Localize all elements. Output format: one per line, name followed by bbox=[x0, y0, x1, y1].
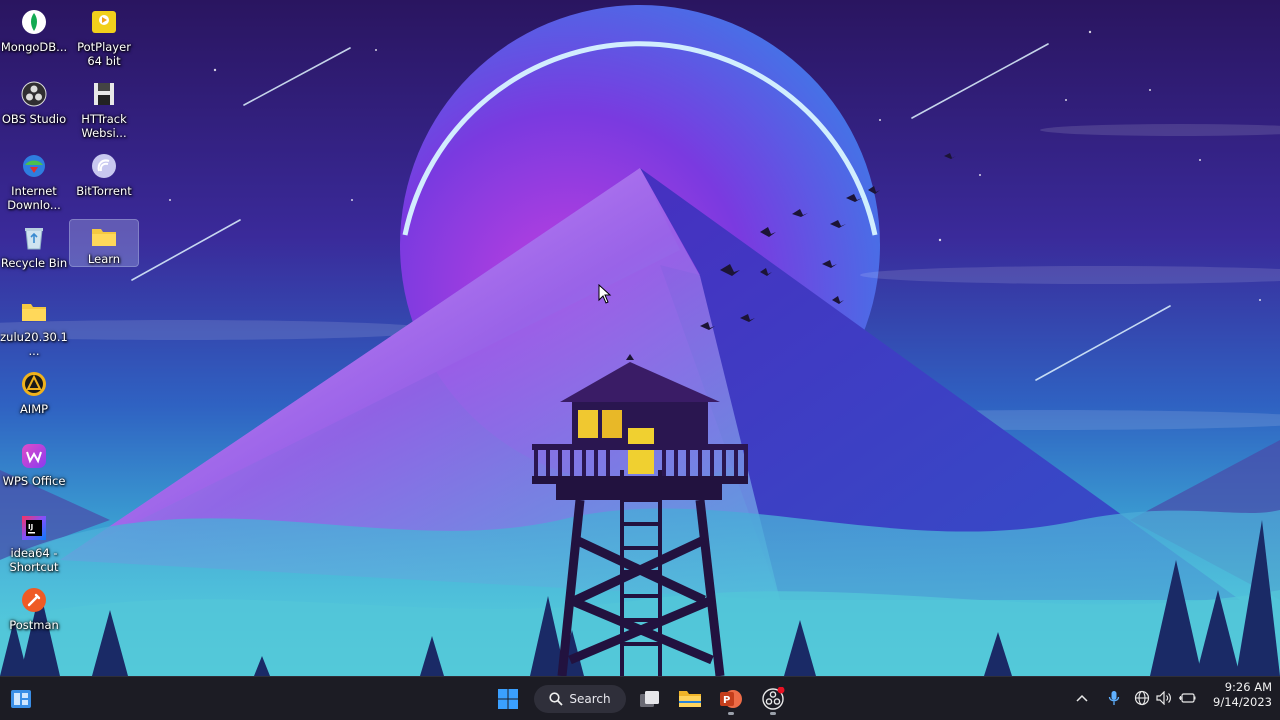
desktop-icon-label: idea64 - Shortcut bbox=[9, 546, 59, 574]
start-button[interactable] bbox=[490, 681, 526, 717]
task-view-icon bbox=[640, 691, 659, 707]
search-icon bbox=[549, 692, 564, 706]
desktop-wallpaper bbox=[0, 0, 1280, 676]
desktop-icon-wps-office[interactable]: WPS Office bbox=[0, 436, 68, 488]
windows-logo-icon bbox=[498, 689, 518, 709]
file-explorer-icon bbox=[679, 691, 701, 707]
desktop-icon-learn-folder[interactable]: Learn bbox=[69, 219, 139, 267]
postman-icon bbox=[18, 584, 50, 616]
desktop-icon-label: Learn bbox=[87, 252, 121, 266]
show-hidden-icons-button[interactable] bbox=[1070, 683, 1094, 713]
desktop-icon-zulu-folder[interactable]: zulu20.30.1... bbox=[0, 292, 68, 358]
svg-text:IJ: IJ bbox=[28, 523, 33, 531]
idm-icon bbox=[18, 150, 50, 182]
powerpoint-button[interactable]: P bbox=[712, 681, 750, 717]
folder-icon bbox=[18, 296, 50, 328]
file-explorer-button[interactable] bbox=[672, 681, 708, 717]
mouse-cursor-icon bbox=[598, 284, 612, 304]
widgets-button[interactable] bbox=[4, 681, 38, 717]
desktop-icon-label: WPS Office bbox=[2, 474, 66, 488]
desktop-icon-label: AIMP bbox=[19, 402, 49, 416]
desktop-icon-label: MongoDB... bbox=[0, 40, 68, 54]
httrack-icon bbox=[88, 78, 120, 110]
obs-icon bbox=[18, 78, 50, 110]
obs-icon bbox=[762, 687, 785, 710]
desktop-icon-label: Recycle Bin bbox=[0, 256, 68, 270]
desktop-icon-postman[interactable]: Postman bbox=[0, 580, 68, 632]
desktop-icon-label: OBS Studio bbox=[1, 112, 67, 126]
running-indicator bbox=[770, 712, 776, 715]
obs-taskbar-button[interactable] bbox=[754, 681, 792, 717]
widgets-icon bbox=[11, 690, 31, 708]
running-indicator bbox=[728, 712, 734, 715]
microphone-button[interactable] bbox=[1100, 683, 1128, 713]
powerpoint-icon: P bbox=[720, 690, 742, 708]
microphone-icon bbox=[1108, 691, 1120, 705]
desktop-icon-potplayer[interactable]: PotPlayer 64 bit bbox=[70, 2, 138, 68]
aimp-icon bbox=[18, 368, 50, 400]
desktop-icon-idea64-shortcut[interactable]: IJ idea64 - Shortcut bbox=[0, 508, 68, 574]
desktop-icon-label: Postman bbox=[9, 618, 59, 632]
chevron-up-icon bbox=[1076, 694, 1088, 702]
desktop-icon-label: Internet Downlo... bbox=[7, 184, 61, 212]
intellij-icon: IJ bbox=[18, 512, 50, 544]
desktop-icon-recycle-bin[interactable]: Recycle Bin bbox=[0, 218, 68, 270]
search-label: Search bbox=[569, 692, 611, 706]
wps-icon bbox=[18, 440, 50, 472]
battery-icon bbox=[1179, 693, 1196, 703]
clock-date: 9/14/2023 bbox=[1213, 695, 1272, 709]
mongodb-icon bbox=[18, 6, 50, 38]
desktop-icon-label: BitTorrent bbox=[76, 184, 132, 198]
volume-icon bbox=[1156, 691, 1171, 705]
desktop-icon-mongodb[interactable]: MongoDB... bbox=[0, 2, 68, 54]
network-globe-icon bbox=[1134, 690, 1150, 706]
desktop-icon-obs-studio[interactable]: OBS Studio bbox=[0, 74, 68, 126]
desktop-icon-bittorrent[interactable]: BitTorrent bbox=[70, 146, 138, 198]
bittorrent-icon bbox=[88, 150, 120, 182]
svg-text:P: P bbox=[723, 695, 730, 706]
taskbar-search-box[interactable]: Search bbox=[534, 685, 626, 713]
desktop-icon-label: PotPlayer 64 bit bbox=[77, 40, 131, 68]
system-tray bbox=[1070, 676, 1200, 720]
recycle-bin-icon bbox=[18, 222, 50, 254]
folder-icon bbox=[88, 224, 120, 250]
desktop-icon-label: HTTrack Websi... bbox=[81, 112, 127, 140]
taskbar-clock[interactable]: 9:26 AM 9/14/2023 bbox=[1200, 680, 1272, 710]
desktop-icon-internet-download-manager[interactable]: Internet Downlo... bbox=[0, 146, 68, 212]
desktop-icon-aimp[interactable]: AIMP bbox=[0, 364, 68, 416]
quick-settings-button[interactable] bbox=[1130, 683, 1200, 713]
desktop-icon-httrack[interactable]: HTTrack Websi... bbox=[70, 74, 138, 140]
task-view-button[interactable] bbox=[632, 681, 668, 717]
clock-time: 9:26 AM bbox=[1224, 680, 1272, 694]
potplayer-icon bbox=[88, 6, 120, 38]
desktop-icon-label: zulu20.30.1... bbox=[0, 330, 68, 358]
